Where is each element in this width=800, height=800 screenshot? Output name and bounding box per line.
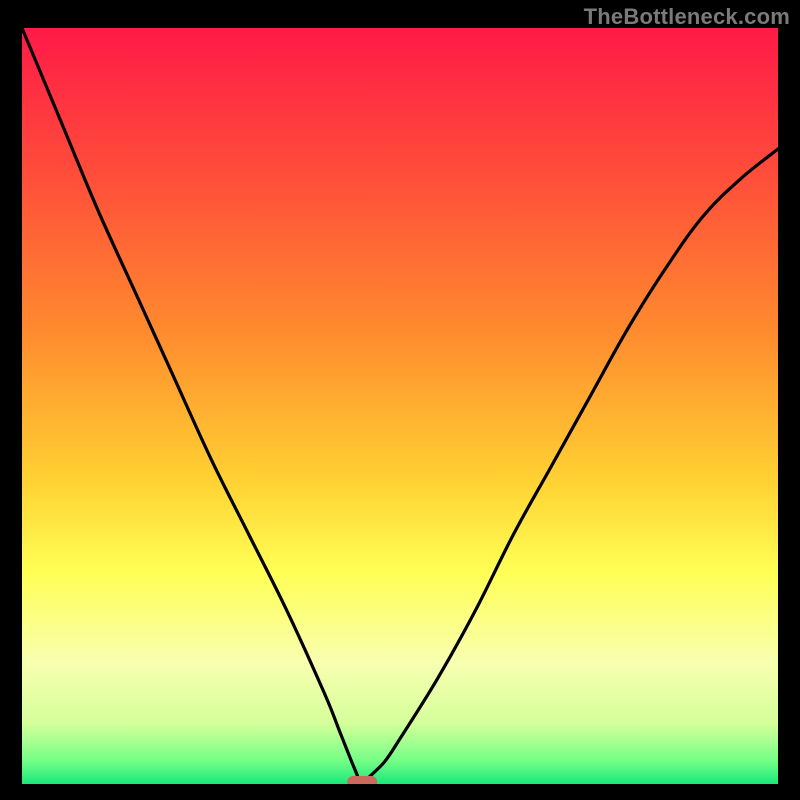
chart-svg xyxy=(22,28,778,784)
gradient-background xyxy=(22,28,778,784)
min-marker xyxy=(347,776,377,784)
chart-frame: TheBottleneck.com xyxy=(0,0,800,800)
watermark-text: TheBottleneck.com xyxy=(584,4,790,30)
plot-area xyxy=(22,28,778,784)
